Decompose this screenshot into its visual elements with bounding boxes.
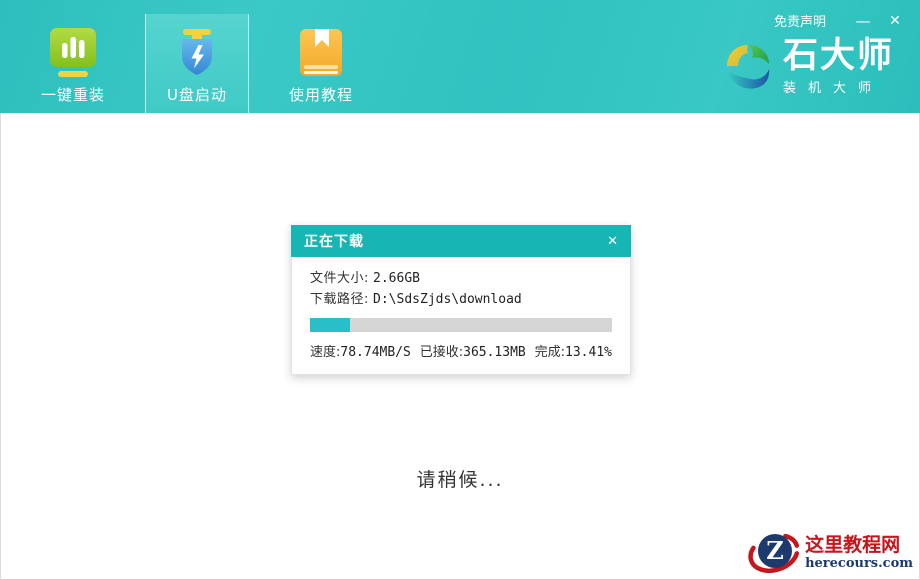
main-content: 正在下载 ✕ 文件大小: 2.66GB 下载路径: D:\SdsZjds\dow…	[0, 113, 920, 580]
bar-chart-icon	[47, 26, 99, 78]
minimize-button[interactable]: —	[852, 12, 874, 30]
dialog-body: 文件大小: 2.66GB 下载路径: D:\SdsZjds\download 速…	[291, 257, 631, 375]
dialog-title: 正在下载	[304, 231, 364, 251]
progress-bar	[310, 318, 612, 332]
swirl-logo-icon	[721, 38, 775, 96]
tab-label: 使用教程	[289, 84, 353, 105]
watermark-site-name: 这里教程网	[805, 534, 913, 556]
tab-tutorial[interactable]: 使用教程	[269, 14, 373, 113]
disclaimer-link[interactable]: 免责声明	[774, 11, 826, 30]
tab-usb-boot[interactable]: U盘启动	[145, 14, 249, 113]
file-size-row: 文件大小: 2.66GB	[310, 268, 612, 289]
svg-text:Z: Z	[766, 536, 784, 565]
dialog-close-icon[interactable]: ✕	[607, 234, 618, 249]
download-stats: 速度:78.74MB/S 已接收:365.13MB 完成:13.41%	[310, 341, 612, 360]
download-path-row: 下载路径: D:\SdsZjds\download	[310, 289, 612, 310]
tab-label: U盘启动	[167, 84, 227, 105]
book-icon	[295, 26, 347, 78]
watermark-text: 这里教程网 herecours.com	[805, 534, 917, 571]
download-path-label: 下载路径:	[310, 292, 369, 307]
app-window: 一键重装 U盘启动	[0, 0, 920, 580]
speed-stat: 速度:78.74MB/S	[310, 341, 411, 360]
brand-text: 石大师 装机大师	[783, 38, 894, 96]
close-button[interactable]: ✕	[884, 13, 906, 29]
usb-shield-icon	[171, 26, 223, 78]
file-size-value: 2.66GB	[373, 271, 420, 286]
received-stat: 已接收:365.13MB	[420, 341, 526, 360]
watermark-site-domain: herecours.com	[805, 556, 913, 571]
done-stat: 完成:13.41%	[535, 341, 612, 360]
brand-logo: 石大师 装机大师	[721, 38, 894, 96]
watermark-logo: Z 这里教程网 herecours.com	[747, 526, 917, 578]
download-dialog: 正在下载 ✕ 文件大小: 2.66GB 下载路径: D:\SdsZjds\dow…	[291, 225, 631, 375]
progress-fill	[310, 318, 350, 332]
brand-name: 石大师	[783, 38, 894, 74]
app-header: 一键重装 U盘启动	[0, 0, 920, 113]
tab-bar: 一键重装 U盘启动	[21, 0, 393, 113]
window-controls: 免责声明 — ✕	[774, 11, 920, 30]
z-globe-icon: Z	[747, 526, 803, 578]
file-size-label: 文件大小:	[310, 271, 369, 286]
tab-one-key-reinstall[interactable]: 一键重装	[21, 14, 125, 113]
dialog-titlebar: 正在下载 ✕	[291, 225, 631, 257]
status-text: 请稍候...	[1, 465, 919, 492]
download-path-value: D:\SdsZjds\download	[373, 292, 522, 307]
tab-label: 一键重装	[41, 84, 105, 105]
header-right: 免责声明 — ✕	[721, 0, 920, 96]
brand-subtitle: 装机大师	[783, 77, 894, 96]
